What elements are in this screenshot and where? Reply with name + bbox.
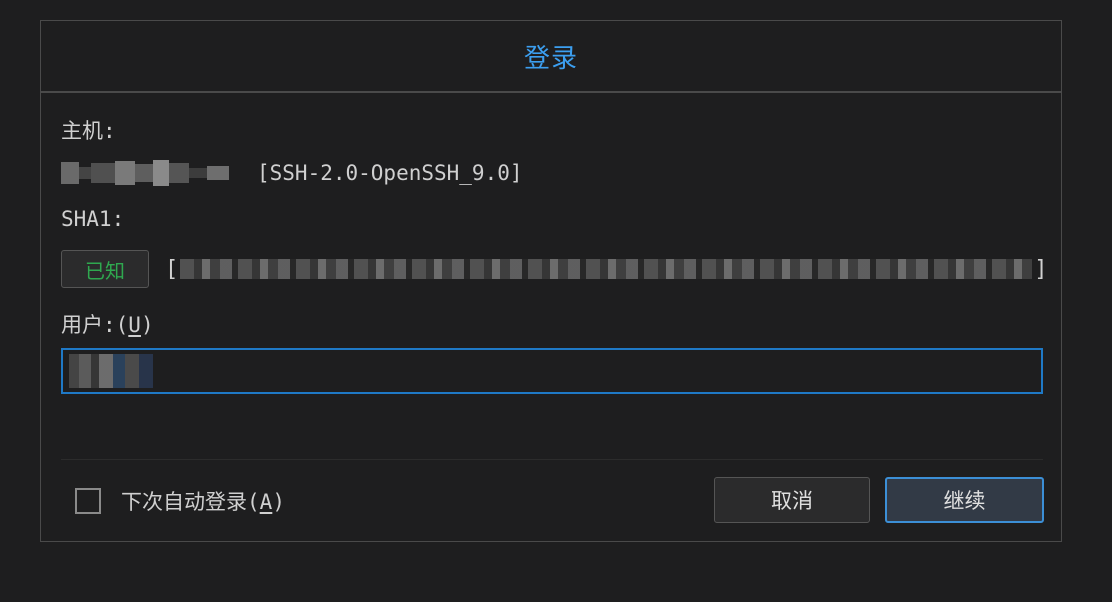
host-label: 主机: <box>61 119 116 143</box>
host-address-redacted <box>61 153 229 193</box>
sha1-fingerprint-redacted <box>180 259 1033 279</box>
hash-bracket-close: ] <box>1034 256 1048 282</box>
auto-login-checkbox[interactable] <box>75 488 101 514</box>
hash-bracket-open: [ <box>165 256 179 282</box>
sha1-label: SHA1: <box>61 207 125 231</box>
username-value-redacted <box>69 354 153 388</box>
username-input[interactable] <box>61 348 1043 394</box>
known-status-button[interactable]: 已知 <box>61 250 149 288</box>
continue-button[interactable]: 继续 <box>885 477 1044 523</box>
host-info-row: [SSH-2.0-OpenSSH_9.0] <box>61 153 523 193</box>
auto-login-label: 下次自动登录(A) <box>121 490 285 514</box>
dialog-title: 登录 <box>523 43 578 74</box>
cancel-button[interactable]: 取消 <box>714 477 870 523</box>
ssh-version: [SSH-2.0-OpenSSH_9.0] <box>257 161 523 185</box>
user-label: 用户:(U) <box>61 313 154 337</box>
footer-divider <box>61 459 1043 460</box>
dialog-title-bar: 登录 <box>41 21 1061 93</box>
login-dialog: 登录 主机: [SSH-2.0-OpenSSH_9.0] SHA1: 已知 [ … <box>40 20 1062 542</box>
auto-login-option[interactable]: 下次自动登录(A) <box>75 483 285 519</box>
sha1-row: 已知 [ ] <box>61 247 1048 291</box>
